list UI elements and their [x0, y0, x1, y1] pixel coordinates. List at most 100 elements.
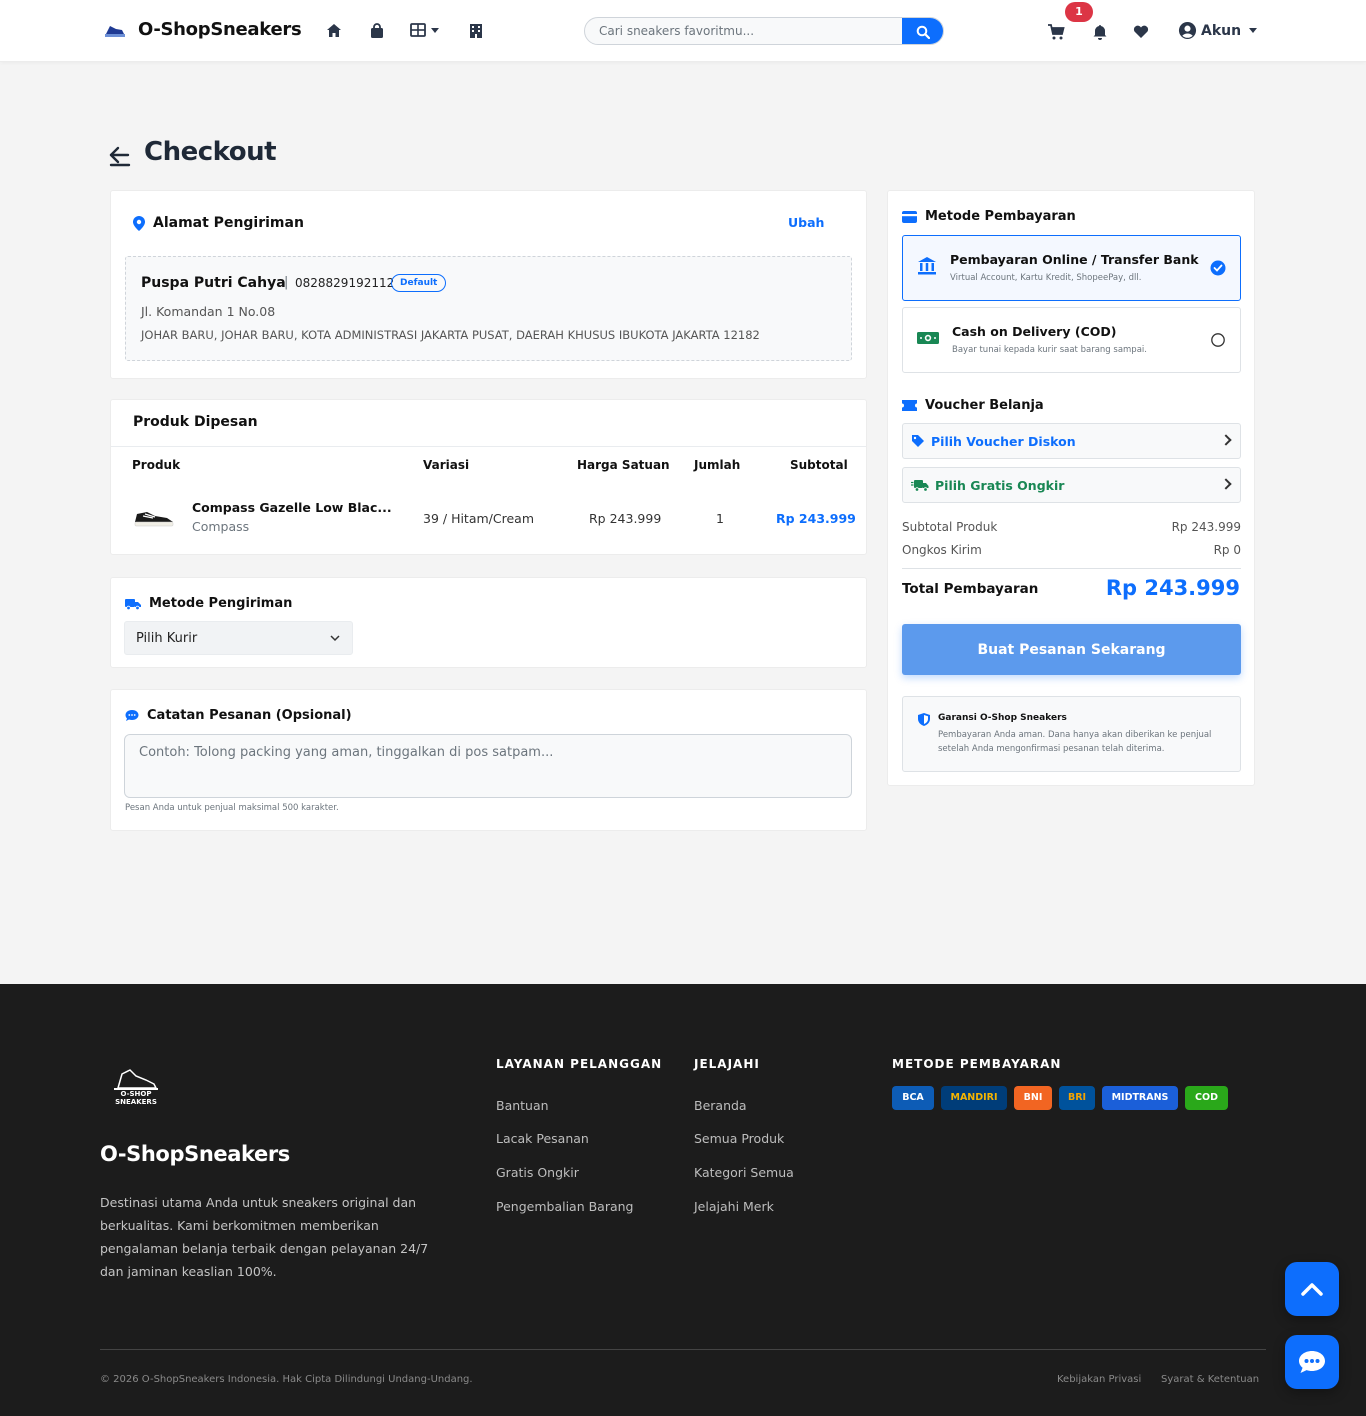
footer-link[interactable]: Jelajahi Merk: [694, 1199, 774, 1214]
radio-unchecked-icon[interactable]: [1210, 332, 1226, 348]
brand-logo-icon[interactable]: [104, 20, 126, 38]
product-name[interactable]: Compass Gazelle Low Blac...: [192, 500, 392, 515]
payment-badge-cod: COD: [1185, 1086, 1228, 1110]
check-circle-icon: [1210, 260, 1226, 276]
chevron-down-icon: [1249, 28, 1258, 33]
payment-option-cod[interactable]: Cash on Delivery (COD) Bayar tunai kepad…: [902, 307, 1241, 373]
guarantee-title: Garansi O-Shop Sneakers: [938, 713, 1067, 723]
search-input[interactable]: [599, 18, 899, 44]
notes-card: Catatan Pesanan (Opsional) Pesan Anda un…: [110, 689, 867, 831]
product-price: Rp 243.999: [589, 511, 662, 526]
payment-option-title: Pembayaran Online / Transfer Bank: [950, 252, 1199, 267]
courier-select[interactable]: Pilih Kurir: [124, 621, 353, 655]
money-icon: [917, 332, 939, 344]
col-subtotal: Subtotal: [790, 458, 848, 472]
building-icon[interactable]: [467, 22, 485, 40]
map-pin-icon: [133, 215, 145, 231]
chevron-up-icon: [1301, 1283, 1323, 1296]
product-subtotal: Rp 243.999: [776, 511, 856, 526]
search-button[interactable]: [902, 18, 943, 44]
scroll-top-button[interactable]: [1285, 1262, 1339, 1316]
terms-link[interactable]: Syarat & Ketentuan: [1161, 1374, 1259, 1385]
footer-link[interactable]: Beranda: [694, 1098, 747, 1113]
home-icon[interactable]: [325, 22, 343, 40]
shipping-card: Metode Pengiriman Pilih Kurir: [110, 577, 867, 668]
order-card: Produk Dipesan Produk Variasi Harga Satu…: [110, 399, 867, 555]
notes-textarea[interactable]: [124, 734, 852, 798]
shipping-header: Metode Pengiriman: [125, 596, 292, 611]
copyright: © 2026 O-ShopSneakers Indonesia. Hak Cip…: [100, 1374, 473, 1385]
page-title: Checkout: [144, 137, 277, 167]
chevron-down-icon: [431, 27, 439, 33]
product-thumbnail[interactable]: [133, 506, 175, 530]
footer-link[interactable]: Bantuan: [496, 1098, 549, 1113]
total-label: Total Pembayaran: [902, 581, 1039, 597]
payment-badge-midtrans: MIDTRANS: [1102, 1086, 1178, 1110]
privacy-link[interactable]: Kebijakan Privasi: [1057, 1374, 1141, 1385]
default-badge: Default: [391, 274, 447, 292]
cart-count-badge: 1: [1065, 2, 1093, 22]
shipping-fast-icon: [911, 479, 929, 492]
shipping-cost-value: Rp 0: [1213, 543, 1241, 557]
heart-icon[interactable]: [1132, 23, 1150, 41]
payment-title: Metode Pembayaran: [925, 209, 1076, 224]
footer-link[interactable]: Kategori Semua: [694, 1165, 794, 1180]
credit-card-icon: [902, 210, 917, 223]
category-dropdown[interactable]: [410, 22, 439, 38]
account-dropdown[interactable]: Akun: [1178, 21, 1258, 40]
footer-link[interactable]: Semua Produk: [694, 1131, 784, 1146]
recipient-phone: 0828829192112: [295, 276, 395, 290]
shipping-cost-row: Ongkos Kirim Rp 0: [902, 543, 1241, 557]
free-shipping-voucher-row[interactable]: Pilih Gratis Ongkir: [902, 467, 1241, 503]
cart-icon[interactable]: [1047, 23, 1065, 41]
notes-header: Catatan Pesanan (Opsional): [125, 708, 352, 723]
shipping-cost-label: Ongkos Kirim: [902, 543, 982, 557]
shipping-title: Metode Pengiriman: [149, 596, 293, 611]
discount-voucher-row[interactable]: Pilih Voucher Diskon: [902, 423, 1241, 459]
payment-option-online[interactable]: Pembayaran Online / Transfer Bank Virtua…: [902, 235, 1241, 301]
order-title: Produk Dipesan: [133, 414, 258, 430]
col-variant: Variasi: [423, 458, 470, 472]
recipient-name: Puspa Putri Cahya: [141, 275, 286, 291]
truck-icon: [125, 598, 141, 610]
col-unit-price: Harga Satuan: [577, 458, 670, 472]
brand-name[interactable]: O-ShopSneakers: [138, 19, 302, 40]
shopping-bag-icon[interactable]: [368, 22, 386, 40]
footer-service-title: LAYANAN PELANGGAN: [496, 1057, 663, 1071]
col-product: Produk: [132, 458, 181, 472]
notes-hint: Pesan Anda untuk penjual maksimal 500 ka…: [125, 803, 339, 813]
chevron-down-icon: [330, 635, 340, 642]
subtotal-label: Subtotal Produk: [902, 520, 998, 534]
courier-select-value: Pilih Kurir: [136, 631, 198, 646]
address-card: Alamat Pengiriman Ubah Puspa Putri Cahya…: [110, 190, 867, 379]
product-qty: 1: [716, 511, 724, 526]
chat-button[interactable]: [1285, 1335, 1339, 1389]
divider: [111, 446, 866, 447]
footer-link[interactable]: Pengembalian Barang: [496, 1199, 634, 1214]
footer-link[interactable]: Gratis Ongkir: [496, 1165, 579, 1180]
address-region: JOHAR BARU, JOHAR BARU, KOTA ADMINISTRAS…: [141, 328, 760, 342]
place-order-button[interactable]: Buat Pesanan Sekarang: [902, 624, 1241, 675]
footer-logo-text: O-SHOP SNEAKERS: [115, 1090, 157, 1106]
address-box: Puspa Putri Cahya | 0828829192112 Defaul…: [125, 256, 852, 361]
footer-divider: [100, 1349, 1266, 1350]
search-icon: [916, 25, 930, 39]
payment-badge-bca: BCA: [892, 1086, 934, 1110]
payment-option-subtitle: Bayar tunai kepada kurir saat barang sam…: [952, 345, 1147, 355]
footer-logo[interactable]: O-SHOP SNEAKERS: [110, 1068, 162, 1110]
chat-icon: [1299, 1351, 1325, 1373]
back-arrow-icon[interactable]: [108, 143, 132, 167]
bell-icon[interactable]: [1091, 23, 1109, 41]
address-street: Jl. Komandan 1 No.08: [141, 304, 276, 319]
footer: O-SHOP SNEAKERS O-ShopSneakers Destinasi…: [0, 984, 1366, 1416]
address-header: Alamat Pengiriman: [133, 215, 304, 231]
edit-address-link[interactable]: Ubah: [788, 215, 824, 230]
grid-icon: [410, 23, 426, 37]
search-bar: [584, 17, 944, 45]
footer-link[interactable]: Lacak Pesanan: [496, 1131, 589, 1146]
payment-badge-bri: BRI: [1059, 1086, 1095, 1110]
address-title: Alamat Pengiriman: [153, 215, 304, 231]
notes-title: Catatan Pesanan (Opsional): [147, 708, 352, 723]
tag-icon: [912, 435, 924, 447]
footer-explore-title: JELAJAHI: [694, 1057, 760, 1071]
